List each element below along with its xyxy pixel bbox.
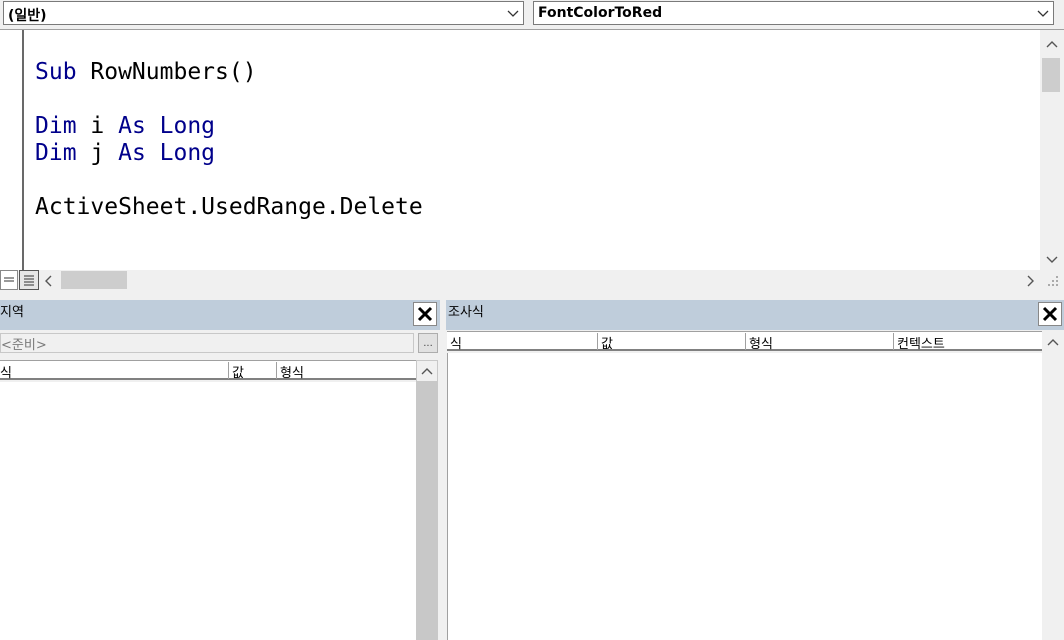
resize-grip-icon[interactable] bbox=[1046, 274, 1060, 288]
scroll-up-button[interactable] bbox=[417, 361, 437, 381]
scroll-thumb[interactable] bbox=[1042, 58, 1060, 92]
horizontal-scroll-thumb[interactable] bbox=[61, 271, 127, 289]
scroll-left-icon[interactable] bbox=[43, 274, 55, 288]
locals-context-text: <준비> bbox=[1, 338, 47, 353]
watch-list[interactable] bbox=[447, 353, 1042, 640]
watch-title: 조사식 bbox=[448, 305, 484, 320]
code-editor[interactable]: Sub RowNumbers() Dim i As Long Dim j As … bbox=[0, 29, 1064, 271]
code-horizontal-bar bbox=[0, 270, 1064, 292]
watch-close-button[interactable] bbox=[1038, 302, 1062, 326]
watch-column-header: 식 값 형식 컨텍스트 bbox=[447, 331, 1042, 352]
object-combo[interactable]: (일반) bbox=[3, 1, 524, 25]
margin-indicator-bar bbox=[22, 30, 24, 271]
watch-vertical-scrollbar[interactable] bbox=[1042, 331, 1064, 640]
procedure-combo[interactable]: FontColorToRed bbox=[533, 1, 1054, 25]
procedure-view-button[interactable] bbox=[0, 270, 18, 290]
column-expression[interactable]: 식 bbox=[0, 362, 229, 381]
locals-call-stack-button[interactable]: ... bbox=[418, 333, 438, 353]
column-value[interactable]: 값 bbox=[598, 333, 746, 352]
watch-header: 조사식 bbox=[446, 300, 1064, 330]
locals-header: 지역 bbox=[0, 300, 440, 330]
column-type[interactable]: 형식 bbox=[277, 362, 416, 381]
code-vertical-scrollbar[interactable] bbox=[1040, 30, 1064, 271]
chevron-down-icon bbox=[1037, 10, 1049, 17]
code-line: ActiveSheet.UsedRange.Delete bbox=[35, 194, 423, 220]
close-icon bbox=[417, 306, 433, 322]
column-value[interactable]: 값 bbox=[229, 362, 277, 381]
object-combo-value: (일반) bbox=[8, 8, 47, 24]
procedure-view-icon bbox=[4, 277, 14, 282]
column-context[interactable]: 컨텍스트 bbox=[894, 333, 1042, 352]
ellipsis-label: ... bbox=[423, 338, 433, 349]
procedure-combo-value: FontColorToRed bbox=[538, 5, 663, 21]
scroll-up-icon[interactable] bbox=[1044, 38, 1060, 50]
pane-divider[interactable] bbox=[440, 300, 446, 640]
code-line: Sub RowNumbers() bbox=[35, 59, 257, 85]
code-line: Dim j As Long bbox=[35, 140, 216, 166]
code-line: Dim i As Long bbox=[35, 113, 216, 139]
full-module-view-icon bbox=[24, 275, 34, 286]
column-expression[interactable]: 식 bbox=[447, 333, 598, 352]
locals-list[interactable] bbox=[0, 382, 416, 640]
scroll-up-icon bbox=[421, 368, 433, 375]
locals-title: 지역 bbox=[0, 305, 24, 320]
scroll-up-button[interactable] bbox=[1043, 332, 1063, 352]
column-type[interactable]: 형식 bbox=[746, 333, 894, 352]
locals-context-field: <준비> bbox=[0, 333, 414, 353]
chevron-down-icon bbox=[507, 10, 519, 17]
locals-vertical-scrollbar[interactable] bbox=[416, 360, 438, 640]
locals-column-header: 식 값 형식 bbox=[0, 360, 416, 381]
scroll-down-icon[interactable] bbox=[1044, 254, 1060, 266]
full-module-view-button[interactable] bbox=[19, 270, 39, 290]
scroll-right-icon[interactable] bbox=[1024, 274, 1036, 288]
scroll-up-icon bbox=[1047, 339, 1059, 346]
close-icon bbox=[1042, 306, 1058, 322]
locals-close-button[interactable] bbox=[413, 302, 437, 326]
